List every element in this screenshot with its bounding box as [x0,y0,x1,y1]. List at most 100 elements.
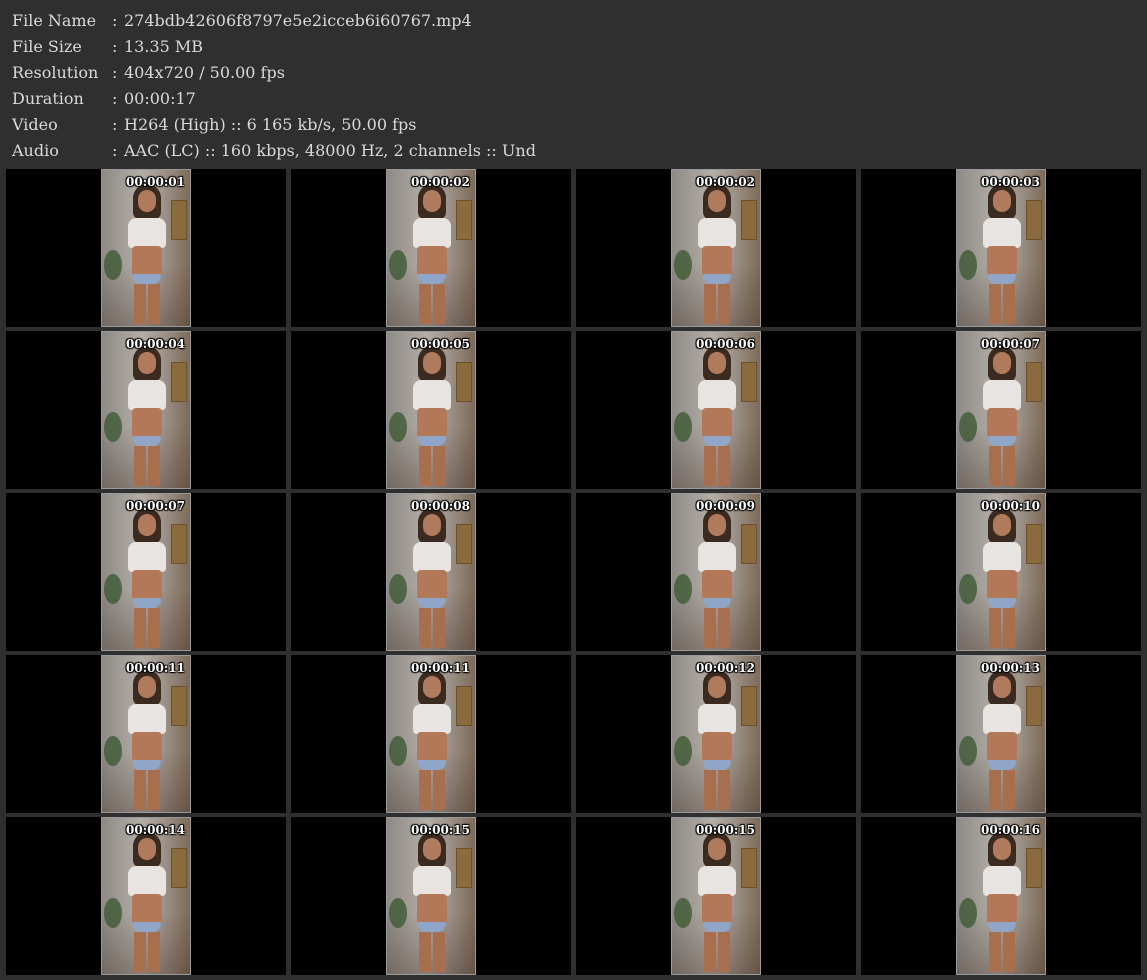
info-value: H264 (High) :: 6 165 kb/s, 50.00 fps [124,115,417,134]
video-frame-image: 00:00:05 [386,331,476,489]
thumbnail-cell: 00:00:06 [576,331,856,489]
video-frame-image: 00:00:15 [671,817,761,975]
video-frame-image: 00:00:14 [101,817,191,975]
person-figure [979,670,1025,810]
wall-picture [1026,200,1042,240]
info-separator: : [112,63,118,82]
person-figure [124,832,170,972]
video-frame-image: 00:00:10 [956,493,1046,651]
person-figure [409,670,455,810]
background-plant [959,412,977,442]
thumbnail-cell: 00:00:02 [576,169,856,327]
thumbnail-cell: 00:00:11 [6,655,286,813]
thumbnail-cell: 00:00:14 [6,817,286,975]
person-figure [124,670,170,810]
thumbnail-cell: 00:00:07 [6,493,286,651]
video-frame-image: 00:00:12 [671,655,761,813]
wall-picture [171,848,187,888]
wall-picture [171,362,187,402]
person-figure [124,184,170,324]
video-frame-image: 00:00:11 [386,655,476,813]
thumbnail-cell: 00:00:07 [861,331,1141,489]
info-value: 404x720 / 50.00 fps [124,63,285,82]
thumbnail-cell: 00:00:08 [291,493,571,651]
frame-timestamp: 00:00:11 [411,661,470,675]
thumbnail-cell: 00:00:12 [576,655,856,813]
frame-timestamp: 00:00:04 [126,337,185,351]
background-plant [674,412,692,442]
wall-picture [741,686,757,726]
info-value: 00:00:17 [124,89,196,108]
background-plant [674,736,692,766]
info-value: 13.35 MB [124,37,204,56]
info-label: Video [12,115,58,134]
video-frame-image: 00:00:08 [386,493,476,651]
video-frame-image: 00:00:02 [386,169,476,327]
wall-picture [741,848,757,888]
thumbnail-cell: 00:00:03 [861,169,1141,327]
video-frame-image: 00:00:07 [101,493,191,651]
info-row-audio: Audio : AAC (LC) :: 160 kbps, 48000 Hz, … [12,138,536,164]
background-plant [389,250,407,280]
person-figure [979,346,1025,486]
info-separator: : [112,115,118,134]
wall-picture [1026,686,1042,726]
frame-timestamp: 00:00:06 [696,337,755,351]
info-separator: : [112,141,118,160]
background-plant [959,250,977,280]
person-figure [694,346,740,486]
frame-timestamp: 00:00:15 [411,823,470,837]
wall-picture [741,524,757,564]
person-figure [979,832,1025,972]
wall-picture [456,848,472,888]
background-plant [104,736,122,766]
frame-timestamp: 00:00:07 [126,499,185,513]
person-figure [124,346,170,486]
wall-picture [171,524,187,564]
person-figure [409,346,455,486]
video-frame-image: 00:00:13 [956,655,1046,813]
thumbnail-cell: 00:00:05 [291,331,571,489]
wall-picture [456,524,472,564]
thumbnail-cell: 00:00:13 [861,655,1141,813]
info-label: File Size [12,37,82,56]
frame-timestamp: 00:00:07 [981,337,1040,351]
wall-picture [741,362,757,402]
info-row-resolution: Resolution : 404x720 / 50.00 fps [12,60,536,86]
video-frame-image: 00:00:01 [101,169,191,327]
thumbnail-cell: 00:00:15 [291,817,571,975]
info-separator: : [112,89,118,108]
wall-picture [741,200,757,240]
background-plant [104,412,122,442]
background-plant [389,574,407,604]
wall-picture [171,200,187,240]
info-separator: : [112,11,118,30]
thumbnail-cell: 00:00:04 [6,331,286,489]
thumbnail-cell: 00:00:10 [861,493,1141,651]
background-plant [674,250,692,280]
background-plant [389,412,407,442]
media-info: File Name : 274bdb42606f8797e5e2icceb6i6… [12,8,536,164]
frame-timestamp: 00:00:08 [411,499,470,513]
info-value: AAC (LC) :: 160 kbps, 48000 Hz, 2 channe… [124,141,536,160]
thumbnail-cell: 00:00:16 [861,817,1141,975]
background-plant [389,898,407,928]
info-value: 274bdb42606f8797e5e2icceb6i60767.mp4 [124,11,472,30]
wall-picture [456,686,472,726]
info-row-file-size: File Size : 13.35 MB [12,34,536,60]
background-plant [959,736,977,766]
person-figure [979,508,1025,648]
wall-picture [1026,362,1042,402]
thumbnail-cell: 00:00:09 [576,493,856,651]
wall-picture [456,200,472,240]
frame-timestamp: 00:00:03 [981,175,1040,189]
frame-timestamp: 00:00:02 [696,175,755,189]
background-plant [389,736,407,766]
wall-picture [456,362,472,402]
contact-sheet: File Name : 274bdb42606f8797e5e2icceb6i6… [0,0,1147,980]
info-label: Resolution [12,63,99,82]
video-frame-image: 00:00:16 [956,817,1046,975]
background-plant [104,898,122,928]
frame-timestamp: 00:00:16 [981,823,1040,837]
info-separator: : [112,37,118,56]
